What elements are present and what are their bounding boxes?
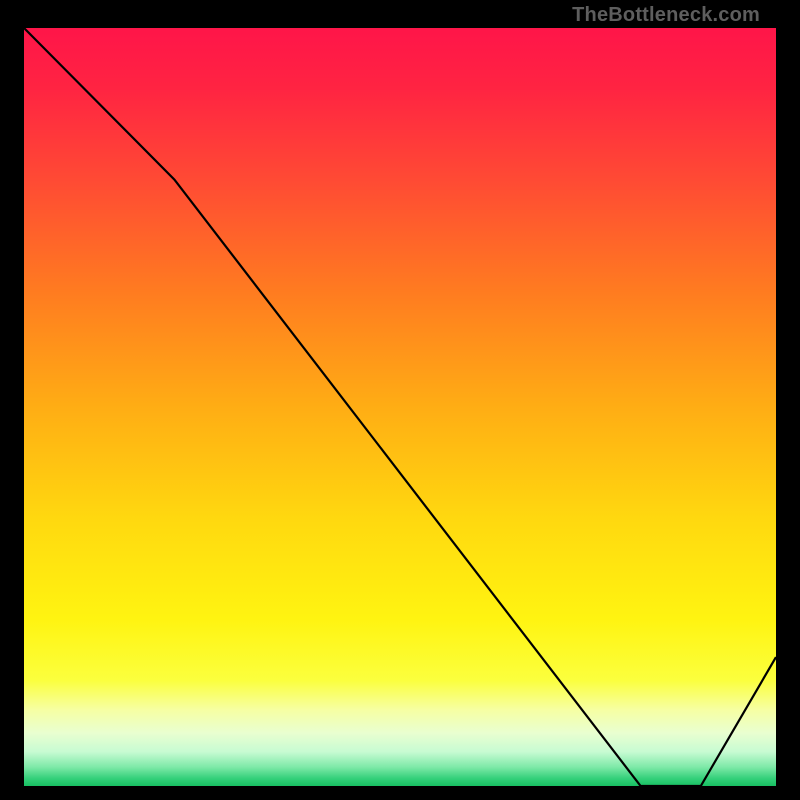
attribution-text: TheBottleneck.com bbox=[572, 4, 760, 27]
bottleneck-chart bbox=[24, 28, 776, 786]
chart-container bbox=[24, 28, 776, 786]
